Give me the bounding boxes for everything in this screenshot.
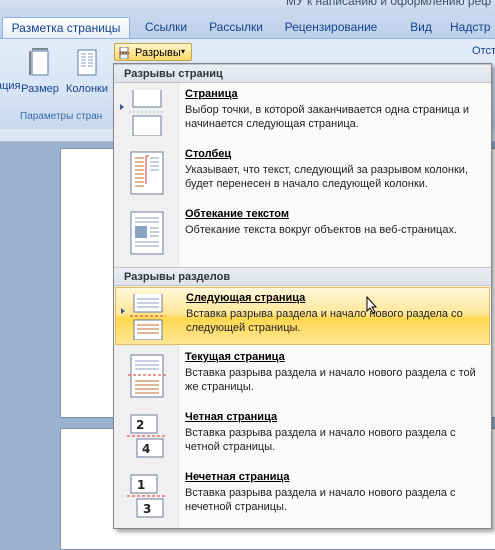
page-size-icon <box>29 48 49 76</box>
window-title: МУ к написанию и оформлению реф <box>286 0 492 8</box>
breaks-label: Разрывы <box>135 47 181 59</box>
pointer-arrow-icon <box>120 104 124 110</box>
menu-item-title: Страница <box>185 88 238 100</box>
pointer-arrow-icon <box>121 308 125 314</box>
menu-item-title: Столбец <box>185 148 232 160</box>
menu-item-title: Текущая страница <box>185 351 285 363</box>
orientation-button[interactable]: ация <box>0 47 21 92</box>
tab-review[interactable]: Рецензирование <box>276 17 386 38</box>
menu-item-page-break[interactable]: Страница Выбор точки, в которой заканчив… <box>115 84 490 142</box>
columns-label: Колонки <box>66 83 108 95</box>
breaks-icon <box>119 47 131 59</box>
page-setup-group-label: Параметры стран <box>20 111 103 122</box>
menu-item-description: Вставка разрыва раздела и начало нового … <box>185 367 476 393</box>
odd-page-digit: 1 <box>137 478 145 492</box>
text-wrapping-icon <box>130 211 164 255</box>
menu-item-title: Четная страница <box>185 411 278 423</box>
title-bar: МУ к написанию и оформлению реф <box>0 0 495 14</box>
menu-item-text-wrapping[interactable]: Обтекание текстом Обтекание текста вокру… <box>115 204 490 262</box>
menu-item-column-break[interactable]: Столбец Указывает, что текст, следующий … <box>115 144 490 202</box>
orientation-label: ация <box>0 80 21 92</box>
menu-item-description: Указывает, что текст, следующий за разры… <box>185 164 469 190</box>
menu-item-description: Вставка разрыва раздела и начало нового … <box>185 487 456 513</box>
even-page-digit: 4 <box>142 442 150 456</box>
tab-references[interactable]: Ссылки <box>140 17 192 38</box>
continuous-break-icon <box>128 354 166 398</box>
size-label: Размер <box>21 83 59 95</box>
mouse-cursor-icon <box>366 296 378 314</box>
menu-item-continuous[interactable]: Текущая страница Вставка разрыва раздела… <box>115 347 490 405</box>
menu-item-description: Вставка разрыва раздела и начало нового … <box>185 427 456 453</box>
tab-addins[interactable]: Надстр <box>450 17 495 38</box>
columns-icon <box>77 49 97 76</box>
menu-item-next-page[interactable]: Следующая страница Вставка разрыва разде… <box>115 287 490 345</box>
menu-item-odd-page[interactable]: 1 3 Нечетная страница Вставка разрыва ра… <box>115 467 490 525</box>
indent-label: Отст <box>472 45 495 57</box>
even-page-digit: 2 <box>136 418 144 432</box>
page-break-icon <box>129 90 165 136</box>
menu-item-title: Обтекание текстом <box>185 208 289 220</box>
menu-item-description: Вставка разрыва раздела и начало нового … <box>186 308 463 334</box>
menu-item-title: Нечетная страница <box>185 471 290 483</box>
menu-item-title: Следующая страница <box>186 292 306 304</box>
menu-item-description: Обтекание текста вокруг объектов на веб-… <box>185 224 458 236</box>
column-break-icon <box>130 151 164 195</box>
tab-view[interactable]: Вид <box>406 17 436 38</box>
ribbon-tabs: Разметка страницы Ссылки Рассылки Реценз… <box>0 14 495 39</box>
breaks-menu: Разрывы страниц Страница Выбор точки, в … <box>113 63 492 529</box>
menu-item-description: Выбор точки, в которой заканчивается одн… <box>185 104 470 130</box>
tab-page-layout[interactable]: Разметка страницы <box>2 17 130 39</box>
section-header-page-breaks: Разрывы страниц <box>114 64 491 83</box>
even-page-break-icon: 2 4 <box>127 414 165 458</box>
columns-button[interactable]: Колонки <box>62 47 112 95</box>
odd-page-break-icon: 1 3 <box>127 474 165 518</box>
section-header-section-breaks: Разрывы разделов <box>114 267 491 286</box>
chevron-down-icon: ▾ <box>181 47 186 56</box>
menu-item-even-page[interactable]: 2 4 Четная страница Вставка разрыва разд… <box>115 407 490 465</box>
odd-page-digit: 3 <box>143 502 151 516</box>
breaks-button[interactable]: Разрывы ▾ <box>114 43 192 61</box>
tab-mailings[interactable]: Рассылки <box>206 17 266 38</box>
next-page-break-icon <box>130 294 166 340</box>
orientation-icon <box>0 47 20 77</box>
size-button[interactable]: Размер <box>20 47 60 95</box>
